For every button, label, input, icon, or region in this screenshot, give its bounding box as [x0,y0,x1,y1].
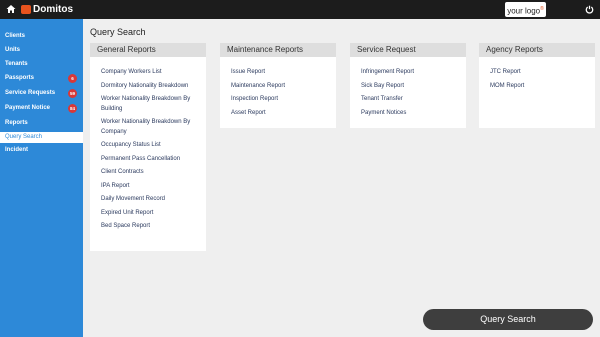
report-link-ipa-report[interactable]: IPA Report [101,182,206,192]
report-link-bed-space-report[interactable]: Bed Space Report [101,222,206,232]
report-link-occupancy-status-list[interactable]: Occupancy Status List [101,141,206,151]
count-badge: 6 [68,74,77,83]
count-badge: 84 [68,104,77,113]
power-icon[interactable] [585,5,594,14]
sidebar-item-query-search[interactable]: Query Search [0,132,83,143]
report-link-tenant-transfer[interactable]: Tenant Transfer [361,95,466,105]
report-link-infringement-report[interactable]: Infringement Report [361,68,466,78]
sidebar-item-label: Payment Notice [5,105,51,111]
query-search-button[interactable]: Query Search [423,309,593,330]
report-link-asset-report[interactable]: Asset Report [231,109,336,119]
top-bar: Domitos your logo® [0,0,600,19]
agency-reports-card: Agency Reports JTC Report MOM Report [479,43,595,128]
sidebar-item-clients[interactable]: Clients [0,31,83,42]
report-link-mom-report[interactable]: MOM Report [490,82,595,92]
report-link-company-workers-list[interactable]: Company Workers List [101,68,206,78]
maintenance-reports-card: Maintenance Reports Issue Report Mainten… [220,43,336,128]
count-badge: 59 [68,89,77,98]
sidebar: Clients Units Tenants Passports 6 Service… [0,19,83,337]
sidebar-item-payment-notice[interactable]: Payment Notice 84 [0,103,83,114]
report-link-inspection-report[interactable]: Inspection Report [231,95,336,105]
card-header: Service Request [350,43,466,57]
sidebar-item-label: Tenants [5,61,28,67]
report-link-daily-movement-record[interactable]: Daily Movement Record [101,195,206,205]
report-link-payment-notices[interactable]: Payment Notices [361,109,466,119]
app-title: Domitos [33,4,73,15]
general-reports-card: General Reports Company Workers List Dor… [90,43,206,251]
sidebar-item-label: Service Requests [5,90,56,96]
report-link-issue-report[interactable]: Issue Report [231,68,336,78]
report-link-permanent-pass-cancellation[interactable]: Permanent Pass Cancellation [101,155,206,165]
client-logo: your logo® [505,2,546,17]
report-link-dormitory-nationality-breakdown[interactable]: Dormitory Nationality Breakdown [101,82,189,92]
card-header: Agency Reports [479,43,595,57]
sidebar-item-label: Units [5,47,20,53]
card-header: Maintenance Reports [220,43,336,57]
report-link-client-contracts[interactable]: Client Contracts [101,168,206,178]
sidebar-item-service-requests[interactable]: Service Requests 59 [0,88,83,99]
page-title: Query Search [90,27,146,37]
report-link-worker-nationality-by-building[interactable]: Worker Nationality Breakdown By Building [101,95,201,114]
report-link-sick-bay-report[interactable]: Sick Bay Report [361,82,466,92]
report-link-expired-unit-report[interactable]: Expired Unit Report [101,209,206,219]
report-link-maintenance-report[interactable]: Maintenance Report [231,82,336,92]
report-link-jtc-report[interactable]: JTC Report [490,68,595,78]
sidebar-item-units[interactable]: Units [0,45,83,56]
sidebar-item-label: Passports [5,75,35,81]
sidebar-item-label: Query Search [5,134,43,140]
card-header: General Reports [90,43,206,57]
sidebar-item-label: Clients [5,33,26,39]
sidebar-item-incident[interactable]: Incident [0,145,83,156]
service-request-card: Service Request Infringement Report Sick… [350,43,466,128]
sidebar-item-label: Reports [5,120,28,126]
sidebar-item-tenants[interactable]: Tenants [0,59,83,70]
home-icon[interactable] [6,4,16,14]
domitos-logo-icon [21,5,31,14]
report-link-worker-nationality-by-company[interactable]: Worker Nationality Breakdown By Company [101,118,201,137]
sidebar-item-passports[interactable]: Passports 6 [0,73,83,84]
sidebar-item-reports[interactable]: Reports [0,118,83,129]
sidebar-item-label: Incident [5,147,29,153]
